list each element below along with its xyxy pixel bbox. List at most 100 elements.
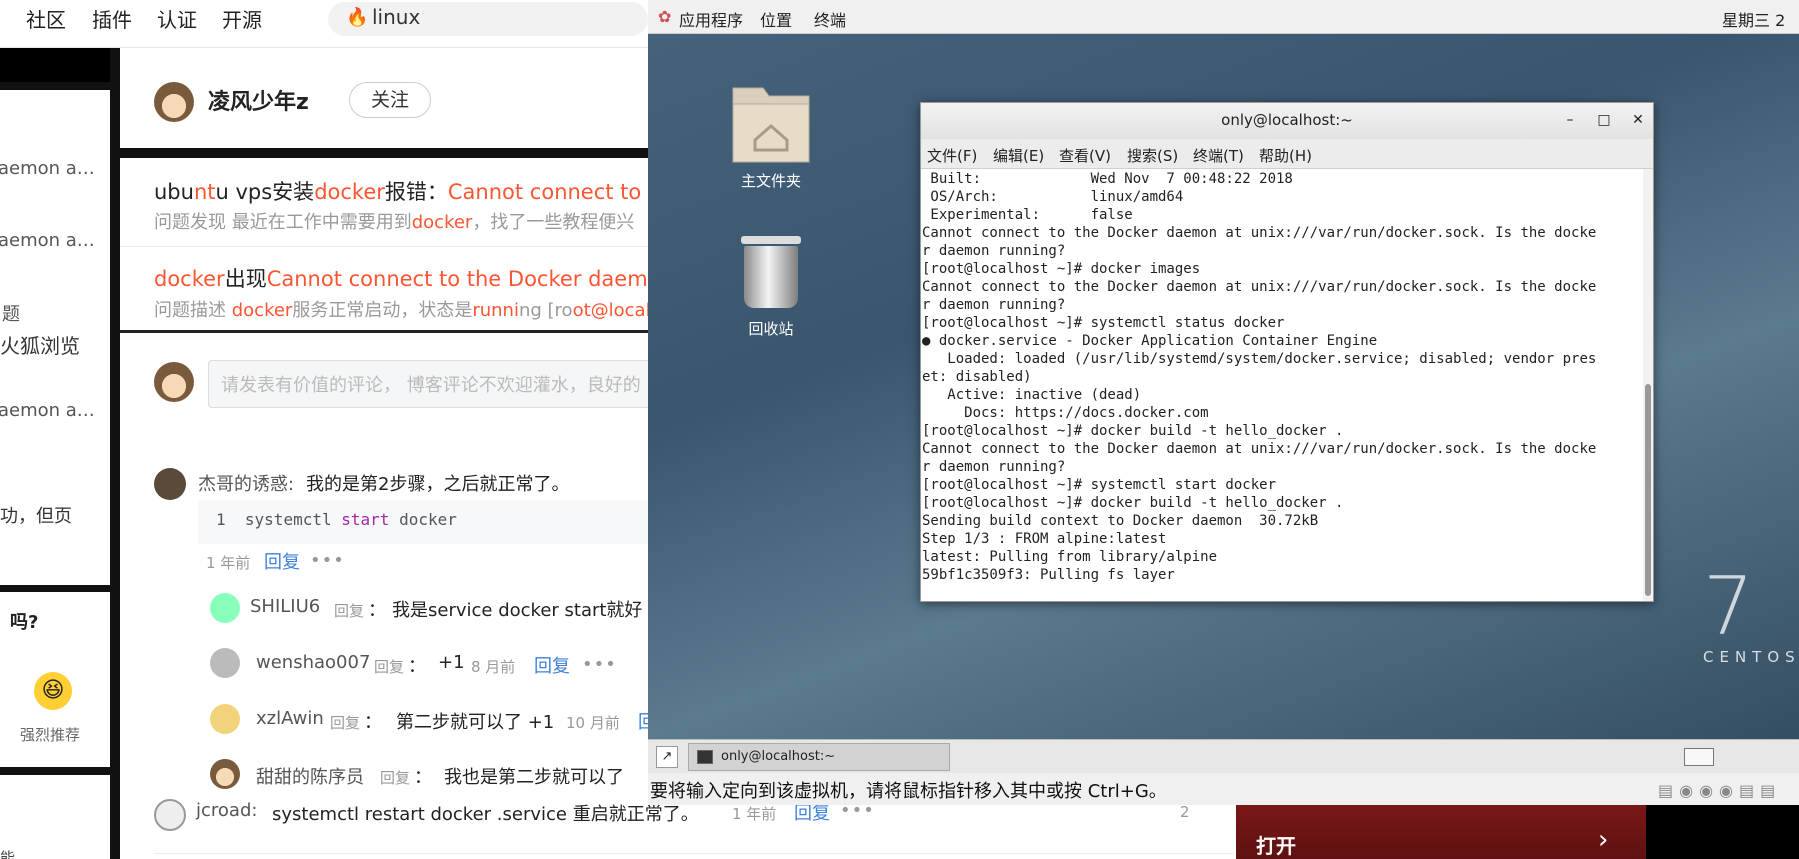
reply-avatar[interactable] [210,704,240,734]
menu-terminal[interactable]: 终端(T) [1193,145,1244,166]
terminal-line: [root@localhost ~]# docker build -t hell… [922,423,1344,439]
text-segment: ng [ro [518,300,573,321]
terminal-line: Sending build context to Docker daemon 3… [922,513,1319,529]
highlight-text: docker [411,212,473,233]
divider [154,853,1234,854]
menu-terminal[interactable]: 终端 [814,7,846,31]
author-name[interactable]: 凌风少年z [208,84,309,116]
close-icon[interactable]: ✕ [1627,109,1649,131]
menu-search[interactable]: 搜索(S) [1127,145,1178,166]
search-query[interactable]: linux [372,5,420,29]
show-desktop-icon[interactable]: ↗ [656,746,678,768]
ad-open-button[interactable]: 打开 [1256,830,1296,859]
reply-avatar[interactable] [210,593,240,623]
terminal-line: Active: inactive (dead) [922,387,1142,403]
vm-status-bar: 要将输入定向到该虚拟机，请将鼠标指针移入其中或按 Ctrl+G。 ▤◉◉◉▤▤ [648,773,1799,805]
reply-button[interactable]: 回复 [264,548,300,574]
terminal-line: 59bf1c3509f3: Pulling fs layer [922,567,1175,583]
reply-button[interactable]: 回复 [534,652,570,678]
clock[interactable]: 星期三 2 [1722,7,1785,31]
more-icon[interactable]: ••• [582,654,617,675]
divider [120,148,648,158]
nav-certification[interactable]: 认证 [157,4,197,33]
vote-card-title: 吗? [10,612,39,633]
sidebar-snippet[interactable]: aemon a… [0,230,95,251]
maximize-icon[interactable]: □ [1593,109,1615,131]
recommend-title-1[interactable]: ubuntu vps安装docker报错：Cannot connect to t… [154,176,648,206]
workspace-switcher-icon[interactable] [1684,748,1714,766]
scrollbar-thumb[interactable] [1645,384,1651,596]
vote-card: 吗? 😆 强烈推荐 [0,592,110,767]
terminal-window[interactable]: only@localhost:~ – □ ✕ 文件(F) 编辑(E) 查看(V)… [920,102,1654,602]
author-avatar[interactable] [154,82,194,122]
more-icon[interactable]: ••• [310,550,345,571]
ad-banner[interactable]: 打开 › [1236,805,1646,859]
menu-applications[interactable]: 应用程序 [679,7,743,31]
sidebar-snippet[interactable]: aemon a… [0,158,95,179]
search-box[interactable]: 🔥 linux [328,2,648,36]
sidebar-snippet[interactable]: 火狐浏览 [0,330,80,359]
sidebar-snippet[interactable]: 题 [2,300,20,326]
browser-page: 社区 插件 认证 开源 🔥 linux aemon a… aemon a… 题 … [0,0,648,859]
comment-author[interactable]: 杰哥的诱惑: [198,470,294,496]
vm-status-message: 要将输入定向到该虚拟机，请将鼠标指针移入其中或按 Ctrl+G。 [650,781,1167,802]
menu-edit[interactable]: 编辑(E) [993,145,1044,166]
reply-avatar[interactable] [210,648,240,678]
comment-input[interactable]: 请发表有价值的评论， 博客评论不欢迎灌水，良好的 [208,360,648,408]
nav-plugins[interactable]: 插件 [92,4,132,33]
sidebar-snippet[interactable]: aemon a… [0,400,95,421]
terminal-scrollbar[interactable] [1643,169,1653,601]
desktop-icon-label: 主文件夹 [740,172,801,190]
comment-text: systemctl restart docker .service 重启就正常了… [272,804,699,825]
centos-logo-text: CENTOS [1703,648,1799,666]
device-icons[interactable]: ▤◉◉◉▤▤ [1658,781,1781,800]
menu-help[interactable]: 帮助(H) [1259,145,1312,166]
follow-button[interactable]: 关注 [349,82,431,118]
reply-author[interactable]: xzlAwin [256,708,324,729]
recommend-title-2[interactable]: docker出现Cannot connect to the Docker dae… [154,263,648,293]
laughing-emoji-icon[interactable]: 😆 [34,672,72,710]
article-column: 凌风少年z 关注 ubuntu vps安装docker报错：Cannot con… [120,48,648,859]
reply-author[interactable]: SHILIU6 [250,596,320,617]
terminal-line: Experimental: false [922,207,1133,223]
reply-tag: 回复 [374,658,405,676]
vote-label: 强烈推荐 [20,726,81,744]
reply-author[interactable]: 甜甜的陈序员 [256,763,364,789]
nav-opensource[interactable]: 开源 [222,4,262,33]
commenter-avatar[interactable] [154,799,186,831]
terminal-titlebar[interactable]: only@localhost:~ – □ ✕ [921,103,1653,139]
author-bar: 凌风少年z 关注 [154,82,554,122]
divider [120,246,648,247]
home-folder-icon[interactable]: 主文件夹 [716,82,826,192]
menu-view[interactable]: 查看(V) [1059,145,1111,166]
chevron-right-icon[interactable]: › [1598,825,1608,855]
like-count[interactable]: 2 [1180,803,1190,821]
reply-text: 我是service docker start就好 [392,600,643,621]
terminal-line: [root@localhost ~]# docker images [922,261,1201,277]
menu-file[interactable]: 文件(F) [927,145,977,166]
trash-body [744,246,798,308]
sidebar-snippet[interactable]: 功，但页 [0,502,72,528]
minimize-icon[interactable]: – [1559,109,1581,131]
apps-icon: ✿ [658,7,672,26]
nav-community[interactable]: 社区 [26,4,66,33]
reply-tag: 回复 [330,714,361,732]
comment-author[interactable]: jcroad: [196,800,257,821]
vm-display[interactable]: ✿ 应用程序 位置 终端 星期三 2 主文件夹 回收站 7 CENTOS onl… [648,0,1799,805]
comment-time: 1 年前 [206,554,251,572]
reply-button[interactable]: 回 [638,708,648,734]
reply-tag: 回复 [334,602,365,620]
terminal-line: latest: Pulling from library/alpine [922,549,1218,565]
menu-places[interactable]: 位置 [760,7,792,31]
terminal-output[interactable]: Built: Wed Nov 7 00:48:22 2018 OS/Arch: … [921,169,1641,601]
fire-icon: 🔥 [346,7,369,28]
trash-icon[interactable]: 回收站 [716,236,826,346]
reply-colon: ： [368,600,386,621]
commenter-avatar[interactable] [154,468,186,500]
taskbar-terminal-item[interactable]: only@localhost:~ [688,743,950,771]
text-segment: ，找了一些教程便兴 [472,212,635,233]
reply-author[interactable]: wenshao007 [256,652,370,673]
reply-avatar[interactable] [210,759,240,789]
top-nav: 社区 插件 认证 开源 🔥 linux [0,0,648,48]
terminal-line: Built: Wed Nov 7 00:48:22 2018 [922,171,1293,187]
